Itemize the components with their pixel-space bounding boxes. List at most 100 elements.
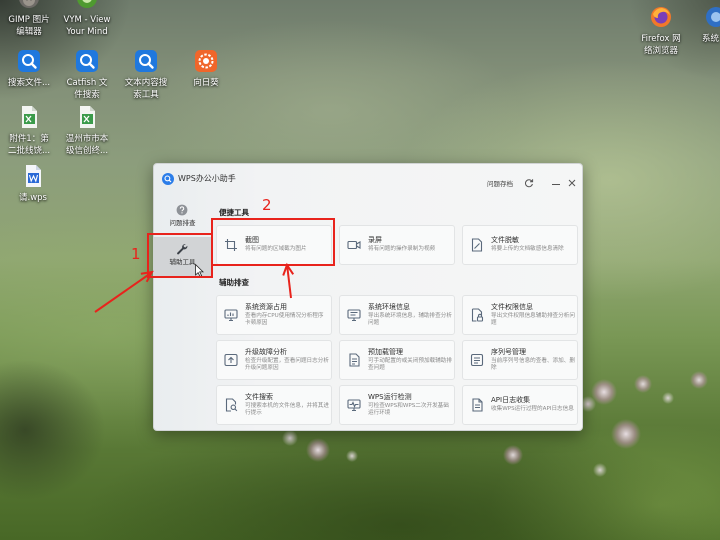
desktop-icon-search-files[interactable]: 搜索文件... xyxy=(0,50,58,102)
desktop-icon-label: 请.wps xyxy=(19,193,47,203)
desktop-icon-label: GIMP 图片 xyxy=(8,15,50,25)
wps-document-icon xyxy=(22,165,44,187)
firefox-icon xyxy=(650,6,672,28)
tool-description: 可检查WPS和WPS二次开发基础运行环境 xyxy=(368,402,449,417)
tool-card-upgrade-analysis[interactable]: 升级故障分析 检查升级配置，查看问题日志分析升级问题原因 xyxy=(216,340,332,380)
desktop-icon-label: 级信创终... xyxy=(65,146,109,156)
tool-card-screen-record[interactable]: 录屏 将有问题的操作录制为视频 xyxy=(339,225,455,265)
desktop-icon-label: Catfish 文 xyxy=(66,78,108,88)
tool-card-file-search[interactable]: 文件搜索 可搜索本机的文件信息，并将其进行提示 xyxy=(216,385,332,425)
annotation-step-1: 1 xyxy=(131,245,141,263)
spreadsheet-file-icon xyxy=(76,106,98,128)
annotation-box-auxiliary-tools xyxy=(147,233,213,278)
search-icon xyxy=(135,50,157,72)
tool-card-api-log[interactable]: API日志收集 收集WPS运行过程的API日志信息 xyxy=(462,385,578,425)
tool-name: 文件权限信息 xyxy=(491,302,533,311)
tool-card-serial-number[interactable]: 序列号管理 当前序列号信息的查看、添加、删除 xyxy=(462,340,578,380)
serial-number-icon xyxy=(470,353,484,367)
tool-name: 预加载管理 xyxy=(368,347,403,356)
tool-description: 检查升级配置，查看问题日志分析升级问题原因 xyxy=(245,357,329,372)
annotation-step-2: 2 xyxy=(262,196,272,214)
tool-name: API日志收集 xyxy=(491,396,531,405)
wps-helper-window: WPS办公小助手 问题存档 问题排查 辅助工具 便捷工具 截图 将有问题的区域截… xyxy=(153,163,583,431)
preload-icon xyxy=(347,353,361,367)
desktop-icon-label: 文本内容搜 xyxy=(124,78,168,88)
tool-card-wps-run-check[interactable]: WPS运行检测 可检查WPS和WPS二次开发基础运行环境 xyxy=(339,385,455,425)
tool-name: 录屏 xyxy=(368,236,382,245)
desktop-icon-label: 搜索文件... xyxy=(7,78,51,88)
screen-record-icon xyxy=(347,238,361,252)
section-title-auxiliary-troubleshoot: 辅助排查 xyxy=(219,278,249,287)
tool-card-file-desensitize[interactable]: 文件脱敏 将要上传的文档敏感信息清除 xyxy=(462,225,578,265)
desktop-icon-label: 温州市市本 xyxy=(65,134,109,144)
desktop-icon-attachment[interactable]: 附件1：第 二批线饶... xyxy=(0,106,58,158)
search-icon xyxy=(18,50,40,72)
desktop-icon-vym[interactable]: VYM - View Your Mind xyxy=(58,0,116,39)
desktop-icon-label: 编辑器 xyxy=(16,27,42,37)
wps-run-check-icon xyxy=(347,398,361,412)
tool-description: 导出文件权限信息辅助排查分析问题 xyxy=(491,312,575,327)
refresh-icon[interactable] xyxy=(524,178,534,188)
desktop-icon-wps-document[interactable]: 请.wps xyxy=(4,165,62,217)
tool-card-file-permission[interactable]: 文件权限信息 导出文件权限信息辅助排查分析问题 xyxy=(462,295,578,335)
desktop-icon-firefox[interactable]: Firefox 网 络浏览器 xyxy=(632,6,690,58)
api-log-icon xyxy=(470,398,484,412)
desktop-icon-gimp[interactable]: GIMP 图片 编辑器 xyxy=(0,0,58,39)
tool-name: 升级故障分析 xyxy=(245,347,287,356)
minimize-button[interactable] xyxy=(551,179,561,189)
close-button[interactable] xyxy=(567,178,577,188)
system-app-icon xyxy=(705,6,720,28)
desktop-icon-label: VYM - View xyxy=(63,15,111,25)
section-title-quick-tools: 便捷工具 xyxy=(219,208,249,217)
desktop-icon-text-search[interactable]: 文本内容搜 索工具 xyxy=(117,50,175,102)
desktop-icon-label: 向日葵 xyxy=(193,78,219,88)
tool-name: 系统资源占用 xyxy=(245,302,287,311)
tool-name: 序列号管理 xyxy=(491,347,526,356)
tool-description: 收集WPS运行过程的API日志信息 xyxy=(491,406,574,413)
tool-card-system-env[interactable]: 系统环境信息 导出系统环境信息，辅助排查分析问题 xyxy=(339,295,455,335)
tool-name: 文件搜索 xyxy=(245,392,273,401)
sidebar-item-troubleshoot[interactable]: 问题排查 xyxy=(154,198,211,238)
tool-name: WPS运行检测 xyxy=(368,392,412,401)
gimp-icon xyxy=(18,0,40,9)
desktop-icon-label: 系统 xyxy=(702,34,720,44)
tool-description: 可搜索本机的文件信息，并将其进行提示 xyxy=(245,402,329,417)
tool-name: 系统环境信息 xyxy=(368,302,410,311)
close-icon xyxy=(568,179,576,187)
tool-description: 将有问题的操作录制为视频 xyxy=(368,246,436,253)
window-title: WPS办公小助手 xyxy=(178,174,236,183)
desktop-icon-label: 附件1：第 xyxy=(9,134,49,144)
search-icon xyxy=(76,50,98,72)
file-permission-icon xyxy=(470,308,484,322)
problem-archive-button[interactable]: 问题存档 xyxy=(487,180,513,189)
desktop-icon-label: 索工具 xyxy=(133,90,159,100)
tool-card-system-resource[interactable]: 系统资源占用 查看内存CPU使用情况分析程序卡顿原因 xyxy=(216,295,332,335)
tool-description: 导出系统环境信息，辅助排查分析问题 xyxy=(368,312,452,327)
tool-description: 当前序列号信息的查看、添加、删除 xyxy=(491,357,575,372)
desktop-icon-label: 络浏览器 xyxy=(643,46,678,56)
desktop-screen: GIMP 图片 编辑器 VYM - View Your Mind 搜索文件...… xyxy=(0,0,720,540)
desktop-icon-sunlogin[interactable]: 向日葵 xyxy=(177,50,235,102)
file-search-icon xyxy=(224,398,238,412)
tool-description: 查看内存CPU使用情况分析程序卡顿原因 xyxy=(245,312,324,327)
question-circle-icon xyxy=(176,204,188,216)
annotation-box-screenshot xyxy=(211,218,335,266)
system-resource-icon xyxy=(224,308,238,322)
sunlogin-icon xyxy=(195,50,217,72)
file-desensitize-icon xyxy=(470,238,484,252)
desktop-icon-label: 件搜索 xyxy=(74,90,100,100)
tool-description: 将要上传的文档敏感信息清除 xyxy=(491,246,564,253)
sidebar-item-label: 问题排查 xyxy=(169,219,196,227)
desktop-icon-label: 二批线饶... xyxy=(7,146,51,156)
desktop-icon-wenzhou[interactable]: 温州市市本 级信创终... xyxy=(58,106,116,158)
wps-helper-logo-icon xyxy=(162,173,174,185)
upgrade-icon xyxy=(224,353,238,367)
tool-name: 文件脱敏 xyxy=(491,236,519,245)
desktop-icon-label: Your Mind xyxy=(66,27,108,37)
tool-card-preload-manage[interactable]: 预加载管理 可手动配置的或关闭预加载辅助排查问题 xyxy=(339,340,455,380)
desktop-icon-catfish[interactable]: Catfish 文 件搜索 xyxy=(58,50,116,102)
system-env-icon xyxy=(347,308,361,322)
title-bar[interactable]: WPS办公小助手 问题存档 xyxy=(154,164,582,194)
desktop-icon-system[interactable]: 系统 xyxy=(696,6,720,58)
vym-icon xyxy=(76,0,98,9)
